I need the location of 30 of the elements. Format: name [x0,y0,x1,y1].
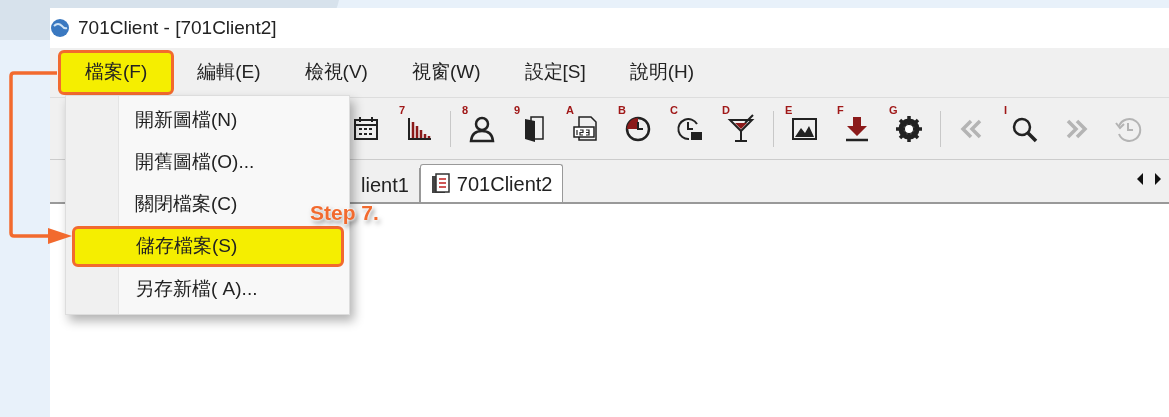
menu-option[interactable]: 儲存檔案(S) [72,226,344,267]
scroll-left-icon[interactable] [1135,172,1145,186]
scroll-right-icon[interactable] [1153,172,1163,186]
menu-item[interactable]: 檢視(V) [283,50,389,95]
toolbar-button[interactable]: 7 [398,107,440,150]
menu-option[interactable]: 開新圖檔(N) [66,99,254,141]
toolbar-button[interactable]: A [565,107,607,150]
menu-option[interactable]: 關閉檔案(C) [66,183,254,225]
menu-item[interactable]: 編輯(E) [176,50,282,95]
window-title: 701Client - [701Client2] [78,15,277,40]
settings-icon [894,113,924,144]
toolbar-button[interactable]: I [1003,107,1045,150]
step-label: Step 7. [310,200,379,226]
menu-item[interactable]: 設定[S] [503,50,607,95]
toolbar-button[interactable]: C [669,107,711,150]
toolbar-button[interactable]: B [617,107,659,150]
menu-item[interactable]: 說明(H) [608,50,716,95]
document-icon [430,172,451,195]
toolbar-button[interactable]: G [888,107,930,150]
menu-option[interactable]: 開舊圖檔(O)... [66,141,271,183]
toolbar-button[interactable]: 9 [513,107,555,150]
toolbar-button[interactable]: 8 [461,107,503,150]
menu-item[interactable]: 視窗(W) [390,50,502,95]
menu-option[interactable]: 另存新檔( A)... [66,268,274,310]
cocktail-glass-icon [727,113,757,144]
document-tab[interactable]: 701Client2 [419,164,564,202]
toolbar-button[interactable]: E [784,107,826,150]
toolbar-button[interactable]: D [721,107,763,150]
menu-item[interactable]: 檔案(F) [58,50,175,95]
toolbar-button[interactable]: F [836,107,878,150]
